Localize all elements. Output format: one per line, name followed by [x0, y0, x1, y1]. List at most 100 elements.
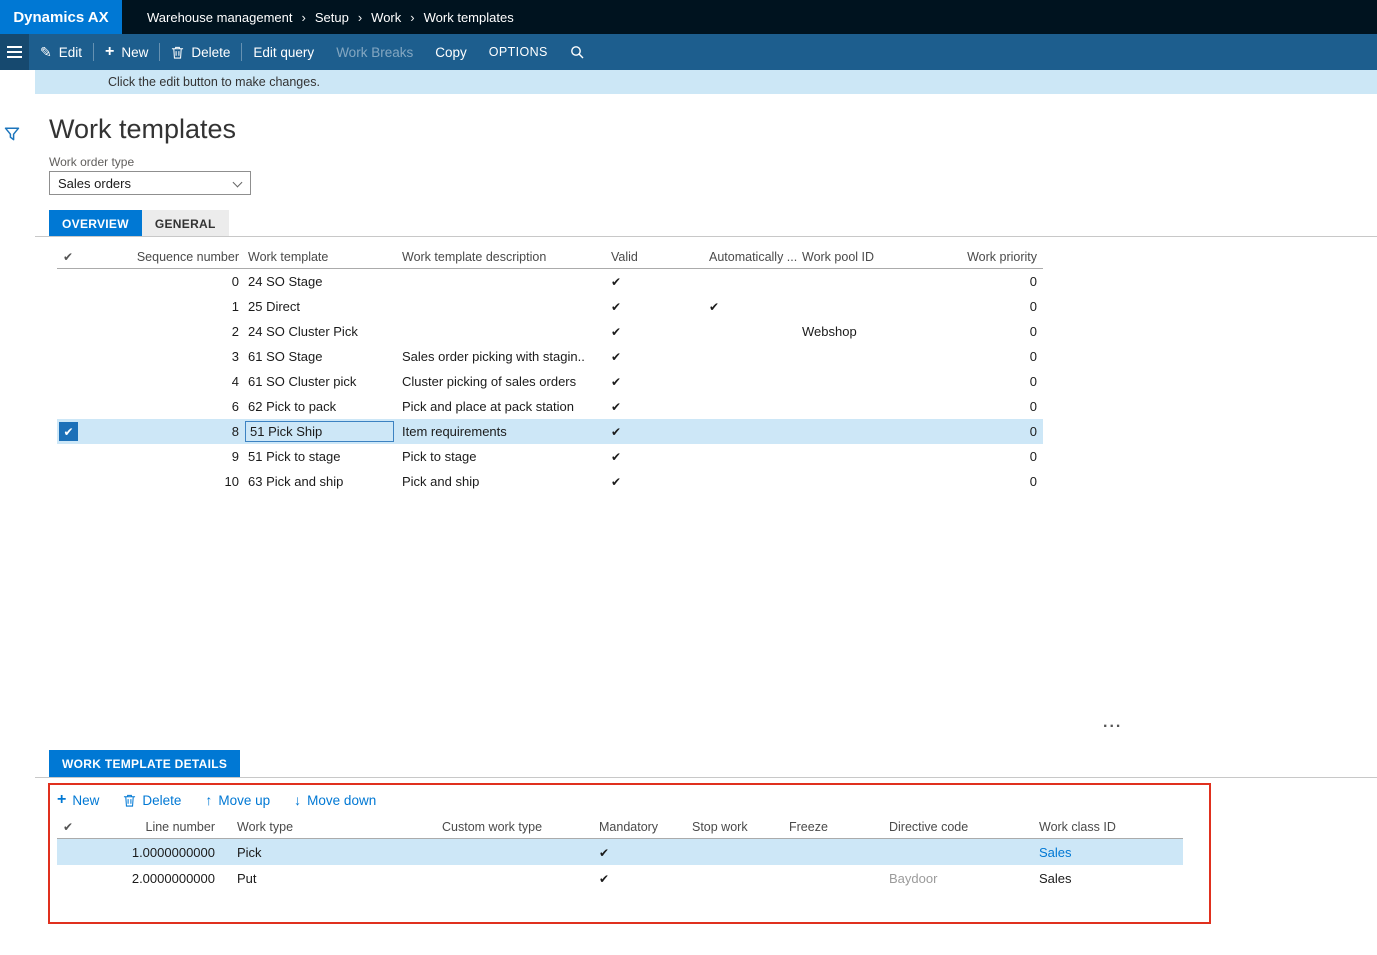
- sequence-cell: 8: [231, 424, 239, 439]
- row-selected-checkbox[interactable]: [59, 422, 78, 441]
- app-logo[interactable]: Dynamics AX: [0, 0, 122, 34]
- select-all-column-header[interactable]: [57, 250, 97, 264]
- valid-cell: [604, 324, 702, 339]
- work-priority-cell: 0: [1029, 424, 1037, 439]
- col-header-work-class-id[interactable]: Work class ID: [1037, 820, 1183, 834]
- tab-divider-line: [35, 236, 1377, 237]
- header-check-icon: [63, 250, 73, 264]
- new-button[interactable]: + New: [94, 34, 159, 70]
- details-toolbar: + New Delete ↑ Move up ↓ Move down: [57, 789, 376, 811]
- col-header-work-type[interactable]: Work type: [218, 820, 440, 834]
- breadcrumb: Warehouse management Setup Work Work tem…: [147, 0, 514, 34]
- overview-row-8[interactable]: 10 63 Pick and ship Pick and ship 0: [57, 469, 1043, 494]
- work-template-cell: 61 SO Cluster pick: [248, 374, 357, 389]
- description-cell: Sales order picking with stagin..: [402, 349, 585, 364]
- details-row-0-selected[interactable]: 1.0000000000 Pick Sales: [57, 839, 1183, 865]
- valid-check-icon: [611, 449, 621, 464]
- work-order-type-label: Work order type: [49, 155, 135, 169]
- command-bar: ✎ Edit + New Delete Edit query Work Brea…: [0, 34, 1377, 70]
- auto-cell: [702, 299, 800, 314]
- work-template-cell: 51 Pick to stage: [248, 449, 341, 464]
- trash-icon: [123, 794, 136, 807]
- tab-general[interactable]: GENERAL: [141, 210, 229, 237]
- top-navigation-bar: Dynamics AX Warehouse management Setup W…: [0, 0, 1377, 34]
- overview-row-1[interactable]: 1 25 Direct 0: [57, 294, 1043, 319]
- breadcrumb-item-setup[interactable]: Setup: [315, 10, 371, 25]
- work-priority-cell: 0: [1029, 349, 1037, 364]
- arrow-up-icon: ↑: [205, 792, 213, 808]
- valid-cell: [604, 399, 702, 414]
- col-header-sequence-number[interactable]: Sequence number: [97, 250, 242, 264]
- details-new-button[interactable]: + New: [57, 792, 99, 808]
- edit-query-button[interactable]: Edit query: [242, 34, 325, 70]
- description-cell: Item requirements: [402, 424, 507, 439]
- col-header-freeze[interactable]: Freeze: [787, 820, 887, 834]
- work-priority-cell: 0: [1029, 399, 1037, 414]
- col-header-automatically[interactable]: Automatically ...: [702, 250, 800, 264]
- col-header-stop-work[interactable]: Stop work: [690, 820, 787, 834]
- work-breaks-button: Work Breaks: [336, 44, 414, 60]
- sequence-cell: 1: [231, 299, 239, 314]
- directive-code-cell: Baydoor: [889, 870, 938, 886]
- sequence-cell: 2: [231, 324, 239, 339]
- breadcrumb-item-work[interactable]: Work: [371, 10, 423, 25]
- work-template-cell: 24 SO Cluster Pick: [248, 324, 358, 339]
- notification-text: Click the edit button to make changes.: [108, 75, 320, 89]
- col-header-work-pool-id[interactable]: Work pool ID: [800, 250, 965, 264]
- options-button[interactable]: OPTIONS: [478, 34, 559, 70]
- select-all-column-header[interactable]: [57, 820, 97, 834]
- col-header-work-priority[interactable]: Work priority: [965, 250, 1043, 264]
- valid-check-icon: [611, 399, 621, 414]
- work-template-cell: 51 Pick Ship: [242, 421, 400, 442]
- mandatory-check-icon: [599, 871, 609, 886]
- hamburger-menu-icon[interactable]: [0, 34, 29, 70]
- breadcrumb-item-warehouse-management[interactable]: Warehouse management: [147, 10, 315, 25]
- grid-header-row: Sequence number Work template Work templ…: [57, 246, 1043, 269]
- breadcrumb-item-work-templates[interactable]: Work templates: [424, 10, 514, 25]
- edit-button[interactable]: ✎ Edit: [29, 34, 93, 70]
- sequence-cell: 9: [231, 449, 239, 464]
- work-type-cell: Pick: [237, 844, 262, 860]
- tab-overview[interactable]: OVERVIEW: [49, 210, 142, 237]
- col-header-description[interactable]: Work template description: [400, 250, 604, 264]
- overview-row-2[interactable]: 2 24 SO Cluster Pick Webshop 0: [57, 319, 1043, 344]
- valid-cell: [604, 299, 702, 314]
- search-button[interactable]: [559, 34, 595, 70]
- overview-row-0[interactable]: 0 24 SO Stage 0: [57, 269, 1043, 294]
- valid-check-icon: [611, 349, 621, 364]
- work-order-type-value: Sales orders: [58, 175, 131, 191]
- tab-work-template-details[interactable]: WORK TEMPLATE DETAILS: [49, 750, 241, 777]
- sequence-cell: 3: [231, 349, 239, 364]
- col-header-custom-work-type[interactable]: Custom work type: [440, 820, 592, 834]
- col-header-mandatory[interactable]: Mandatory: [592, 820, 690, 834]
- work-order-type-select[interactable]: Sales orders: [49, 171, 251, 195]
- more-options-button[interactable]: ...: [1103, 714, 1122, 732]
- work-template-edit-cell[interactable]: 51 Pick Ship: [245, 421, 394, 442]
- details-delete-button[interactable]: Delete: [123, 793, 181, 808]
- move-up-button[interactable]: ↑ Move up: [205, 792, 270, 808]
- sequence-cell: 10: [224, 474, 239, 489]
- overview-row-6-selected[interactable]: 8 51 Pick Ship Item requirements 0: [57, 419, 1043, 444]
- valid-check-icon: [611, 274, 621, 289]
- col-header-work-template[interactable]: Work template: [242, 250, 400, 264]
- delete-button[interactable]: Delete: [160, 34, 241, 70]
- overview-row-5[interactable]: 6 62 Pick to pack Pick and place at pack…: [57, 394, 1043, 419]
- filter-funnel-icon[interactable]: [4, 126, 20, 147]
- details-row-1[interactable]: 2.0000000000 Put Baydoor Sales: [57, 865, 1183, 891]
- valid-cell: [604, 374, 702, 389]
- description-cell: Pick and place at pack station: [402, 399, 574, 414]
- col-header-line-number[interactable]: Line number: [97, 820, 218, 834]
- move-down-button[interactable]: ↓ Move down: [294, 792, 376, 808]
- col-header-valid[interactable]: Valid: [604, 250, 702, 264]
- line-number-cell: 1.0000000000: [131, 844, 215, 860]
- overview-row-7[interactable]: 9 51 Pick to stage Pick to stage 0: [57, 444, 1043, 469]
- row-selector-cell: [57, 422, 97, 441]
- sequence-cell: 6: [231, 399, 239, 414]
- valid-check-icon: [611, 299, 621, 314]
- work-class-link[interactable]: Sales: [1039, 845, 1072, 860]
- mandatory-check-icon: [599, 845, 609, 860]
- col-header-directive-code[interactable]: Directive code: [887, 820, 1037, 834]
- copy-button[interactable]: Copy: [424, 34, 478, 70]
- overview-row-4[interactable]: 4 61 SO Cluster pick Cluster picking of …: [57, 369, 1043, 394]
- overview-row-3[interactable]: 3 61 SO Stage Sales order picking with s…: [57, 344, 1043, 369]
